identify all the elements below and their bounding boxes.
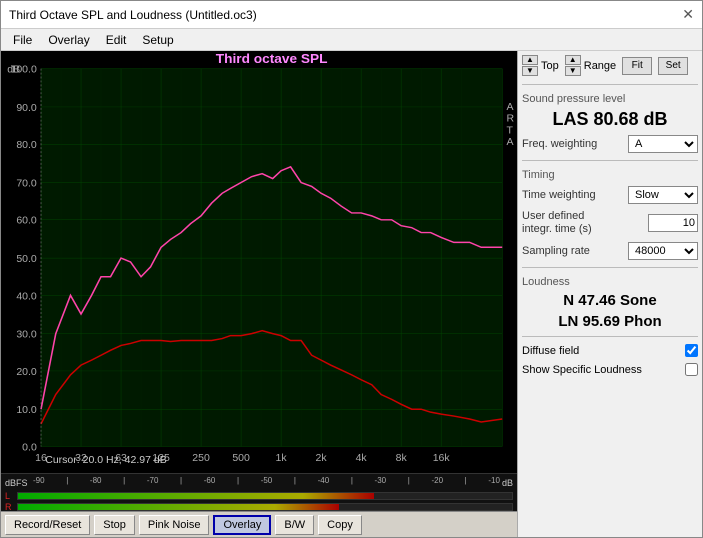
user-integ-label: User definedintegr. time (s) (522, 210, 592, 236)
svg-text:T: T (506, 126, 512, 137)
top-spinner-group: ▲ ▼ (522, 55, 538, 76)
svg-text:40.0: 40.0 (16, 292, 37, 303)
diffuse-field-label: Diffuse field (522, 345, 681, 357)
bw-button[interactable]: B/W (275, 515, 314, 535)
svg-text:500: 500 (232, 454, 250, 465)
svg-text:A: A (506, 138, 513, 149)
svg-text:Third octave SPL: Third octave SPL (216, 51, 328, 65)
svg-text:2k: 2k (316, 454, 328, 465)
user-integ-row: User definedintegr. time (s) (522, 210, 698, 236)
svg-text:Cursor: 20.0 Hz, 42.97 dB: Cursor: 20.0 Hz, 42.97 dB (45, 455, 167, 466)
top-down-button[interactable]: ▼ (522, 66, 538, 76)
bottom-toolbar: Record/Reset Stop Pink Noise Overlay B/W… (1, 511, 517, 537)
title-bar: Third Octave SPL and Loudness (Untitled.… (1, 1, 702, 29)
range-label: Range (584, 60, 616, 72)
freq-weighting-row: Freq. weighting A C Z (522, 135, 698, 153)
range-down-button[interactable]: ▼ (565, 66, 581, 76)
svg-text:8k: 8k (396, 454, 408, 465)
dbfs-label: dBFS (5, 478, 33, 488)
freq-weighting-label: Freq. weighting (522, 138, 597, 150)
top-label: Top (541, 60, 559, 72)
main-window: Third Octave SPL and Loudness (Untitled.… (0, 0, 703, 538)
time-weighting-select[interactable]: Slow Fast Impulse (628, 186, 698, 204)
svg-text:50.0: 50.0 (16, 254, 37, 265)
svg-text:250: 250 (192, 454, 210, 465)
spl-section-label: Sound pressure level (522, 93, 698, 105)
db-unit: dB (502, 478, 513, 488)
show-specific-checkbox[interactable] (685, 363, 698, 376)
svg-text:60.0: 60.0 (16, 216, 37, 227)
chart-area: 100.0 90.0 80.0 70.0 60.0 50.0 40.0 30.0… (1, 51, 517, 537)
svg-text:A: A (506, 102, 513, 113)
loudness-section-label: Loudness (522, 276, 698, 288)
overlay-button[interactable]: Overlay (213, 515, 271, 535)
menu-bar: File Overlay Edit Setup (1, 29, 702, 51)
show-specific-row: Show Specific Loudness (522, 363, 698, 376)
sampling-rate-label: Sampling rate (522, 245, 590, 257)
loudness-n-value: N 47.46 Sone (522, 290, 698, 311)
svg-text:80.0: 80.0 (16, 140, 37, 151)
svg-text:1k: 1k (276, 454, 288, 465)
sampling-rate-row: Sampling rate 48000 44100 96000 (522, 242, 698, 260)
top-up-button[interactable]: ▲ (522, 55, 538, 65)
svg-text:10.0: 10.0 (16, 405, 37, 416)
chart-svg: 100.0 90.0 80.0 70.0 60.0 50.0 40.0 30.0… (1, 51, 517, 473)
menu-overlay[interactable]: Overlay (40, 31, 97, 49)
chart-canvas: 100.0 90.0 80.0 70.0 60.0 50.0 40.0 30.0… (1, 51, 517, 473)
freq-weighting-select[interactable]: A C Z (628, 135, 698, 153)
svg-text:30.0: 30.0 (16, 330, 37, 341)
timing-section-label: Timing (522, 169, 698, 181)
show-specific-label: Show Specific Loudness (522, 364, 681, 376)
fit-button[interactable]: Fit (622, 57, 652, 75)
loudness-ln-value: LN 95.69 Phon (522, 311, 698, 332)
window-title: Third Octave SPL and Loudness (Untitled.… (9, 8, 257, 22)
svg-text:70.0: 70.0 (16, 179, 37, 190)
range-up-button[interactable]: ▲ (565, 55, 581, 65)
menu-setup[interactable]: Setup (134, 31, 181, 49)
svg-text:90.0: 90.0 (16, 103, 37, 114)
svg-text:16k: 16k (433, 454, 451, 465)
svg-text:20.0: 20.0 (16, 367, 37, 378)
main-area: 100.0 90.0 80.0 70.0 60.0 50.0 40.0 30.0… (1, 51, 702, 537)
stop-button[interactable]: Stop (94, 515, 135, 535)
record-reset-button[interactable]: Record/Reset (5, 515, 90, 535)
copy-button[interactable]: Copy (318, 515, 362, 535)
svg-text:0.0: 0.0 (22, 443, 37, 454)
time-weighting-label: Time weighting (522, 189, 596, 201)
time-weighting-row: Time weighting Slow Fast Impulse (522, 186, 698, 204)
svg-text:R: R (506, 114, 514, 125)
svg-text:4k: 4k (356, 454, 368, 465)
top-range-controls: ▲ ▼ Top ▲ ▼ Range Fit Set (522, 55, 698, 76)
menu-edit[interactable]: Edit (98, 31, 135, 49)
diffuse-field-checkbox[interactable] (685, 344, 698, 357)
menu-file[interactable]: File (5, 31, 40, 49)
pink-noise-button[interactable]: Pink Noise (139, 515, 210, 535)
right-panel: ▲ ▼ Top ▲ ▼ Range Fit Set (517, 51, 702, 537)
range-spinner-group: ▲ ▼ (565, 55, 581, 76)
set-button[interactable]: Set (658, 57, 688, 75)
svg-text:dB: dB (7, 65, 20, 76)
close-button[interactable]: ✕ (682, 6, 694, 23)
diffuse-field-row: Diffuse field (522, 344, 698, 357)
ch-l-label: L (5, 491, 17, 501)
sampling-rate-select[interactable]: 48000 44100 96000 (628, 242, 698, 260)
user-integ-input[interactable] (648, 214, 698, 232)
spl-value: LAS 80.68 dB (522, 109, 698, 130)
